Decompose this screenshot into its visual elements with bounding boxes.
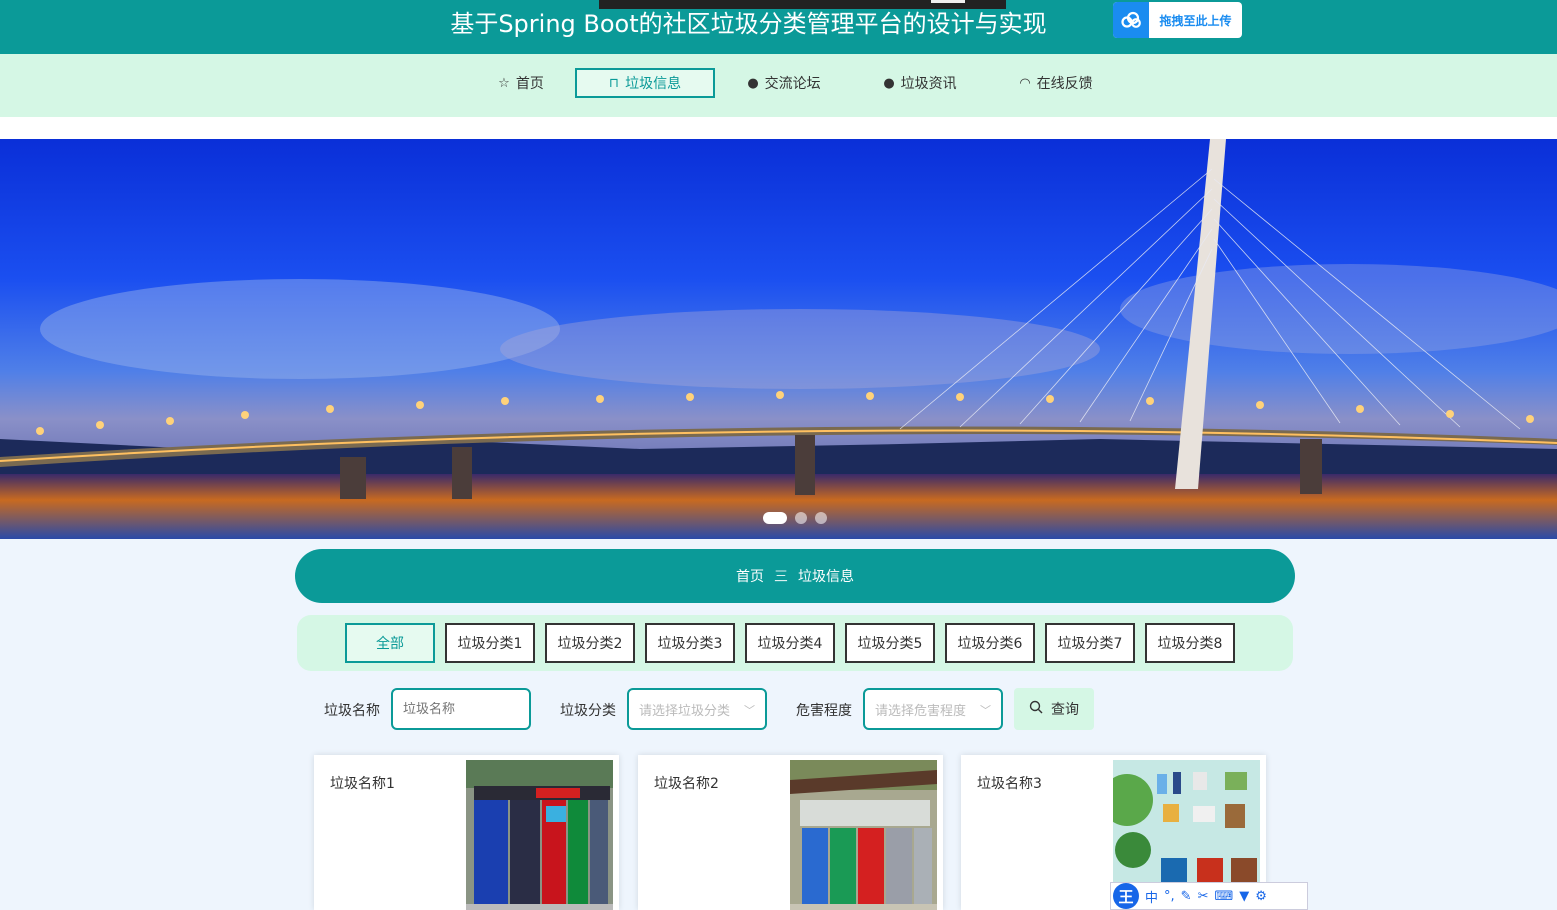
carousel-dot-2[interactable] bbox=[795, 512, 807, 524]
card-title: 垃圾名称3 bbox=[977, 776, 1042, 792]
carousel-dot-3[interactable] bbox=[815, 512, 827, 524]
ime-mode[interactable]: 中 bbox=[1145, 887, 1158, 906]
pen-icon[interactable]: ✎ bbox=[1181, 889, 1192, 904]
category-2[interactable]: 垃圾分类2 bbox=[545, 623, 635, 663]
garbage-card[interactable]: 垃圾名称2 bbox=[638, 755, 943, 910]
category-select[interactable]: 请选择垃圾分类 ﹀ bbox=[627, 688, 767, 730]
category-7[interactable]: 垃圾分类7 bbox=[1045, 623, 1135, 663]
shirt-icon[interactable]: ▼ bbox=[1239, 889, 1249, 904]
breadcrumb-home[interactable]: 首页 bbox=[736, 566, 764, 586]
spacer bbox=[0, 117, 1557, 139]
category-3[interactable]: 垃圾分类3 bbox=[645, 623, 735, 663]
nav-label: 垃圾资讯 bbox=[900, 76, 957, 92]
hazard-select[interactable]: 请选择危害程度 ﹀ bbox=[863, 688, 1003, 730]
chevron-down-icon: ﹀ bbox=[744, 704, 755, 717]
category-label: 垃圾分类 bbox=[560, 703, 616, 719]
ime-toolbar[interactable]: 王 中 °, ✎ ✂ ⌨ ▼ ⚙ bbox=[1110, 882, 1308, 910]
drag-upload-button[interactable]: 拖拽至此上传 bbox=[1113, 2, 1242, 38]
hazard-select-placeholder: 请选择危害程度 bbox=[875, 703, 967, 719]
breadcrumb-current: 垃圾信息 bbox=[798, 569, 854, 585]
gear-icon[interactable]: ⚙ bbox=[1255, 889, 1267, 904]
headset-icon: ◠ bbox=[1019, 75, 1031, 91]
name-label: 垃圾名称 bbox=[324, 703, 380, 719]
name-input[interactable] bbox=[403, 701, 529, 717]
category-6[interactable]: 垃圾分类6 bbox=[945, 623, 1035, 663]
nav-label: 交流论坛 bbox=[764, 76, 821, 92]
card-image bbox=[466, 760, 613, 910]
carousel-dot-1[interactable] bbox=[763, 512, 787, 524]
hazard-label: 危害程度 bbox=[796, 703, 852, 719]
nav-label: 垃圾信息 bbox=[625, 76, 682, 92]
card-title: 垃圾名称2 bbox=[654, 776, 719, 792]
garbage-card[interactable]: 垃圾名称1 bbox=[314, 755, 619, 910]
category-8[interactable]: 垃圾分类8 bbox=[1145, 623, 1235, 663]
breadcrumb: 首页 三 垃圾信息 bbox=[295, 549, 1295, 603]
punctuation-icon[interactable]: °, bbox=[1164, 889, 1175, 904]
category-filter-bar: 全部 垃圾分类1 垃圾分类2 垃圾分类3 垃圾分类4 垃圾分类5 垃圾分类6 垃… bbox=[297, 615, 1293, 671]
nav-label: 在线反馈 bbox=[1036, 76, 1093, 92]
category-all[interactable]: 全部 bbox=[345, 623, 435, 663]
search-button[interactable]: 查询 bbox=[1014, 688, 1094, 730]
ime-logo[interactable]: 王 bbox=[1113, 883, 1139, 909]
card-image bbox=[790, 760, 937, 910]
keyboard-icon[interactable]: ⌨ bbox=[1214, 889, 1233, 904]
nav-item-home[interactable]: ☆ 首页 bbox=[480, 68, 562, 98]
nav-item-garbage-info[interactable]: ⊓ 垃圾信息 bbox=[575, 68, 715, 98]
nav-item-feedback[interactable]: ◠ 在线反馈 bbox=[1002, 68, 1110, 98]
scissors-icon[interactable]: ✂ bbox=[1198, 889, 1209, 904]
upload-label: 拖拽至此上传 bbox=[1159, 13, 1232, 28]
star-icon: ☆ bbox=[498, 75, 510, 91]
page-title: 基于Spring Boot的社区垃圾分类管理平台的设计与实现 bbox=[450, 10, 1047, 38]
app-header: 基于Spring Boot的社区垃圾分类管理平台的设计与实现 拖拽至此上传 bbox=[0, 0, 1557, 54]
search-button-label: 查询 bbox=[1051, 702, 1079, 718]
cloud-upload-icon bbox=[1113, 2, 1149, 38]
category-select-placeholder: 请选择垃圾分类 bbox=[639, 703, 731, 719]
search-icon bbox=[1029, 700, 1043, 718]
question-icon: ● bbox=[883, 75, 895, 91]
main-nav: ☆ 首页 ⊓ 垃圾信息 ● 交流论坛 ● 垃圾资讯 ◠ 在线反馈 bbox=[0, 54, 1557, 117]
category-1[interactable]: 垃圾分类1 bbox=[445, 623, 535, 663]
card-title: 垃圾名称1 bbox=[330, 776, 395, 792]
bridge-night-image bbox=[0, 139, 1557, 539]
bag-icon: ⊓ bbox=[608, 75, 620, 91]
carousel-dots bbox=[763, 512, 827, 524]
chevron-down-icon: ﹀ bbox=[980, 704, 991, 717]
breadcrumb-separator: 三 bbox=[774, 569, 788, 585]
alert-icon: ● bbox=[747, 75, 759, 91]
banner-carousel[interactable] bbox=[0, 139, 1557, 539]
name-input-box[interactable] bbox=[391, 688, 531, 730]
nav-item-news[interactable]: ● 垃圾资讯 bbox=[866, 68, 974, 98]
category-4[interactable]: 垃圾分类4 bbox=[745, 623, 835, 663]
nav-item-forum[interactable]: ● 交流论坛 bbox=[730, 68, 838, 98]
nav-label: 首页 bbox=[515, 76, 544, 92]
category-5[interactable]: 垃圾分类5 bbox=[845, 623, 935, 663]
